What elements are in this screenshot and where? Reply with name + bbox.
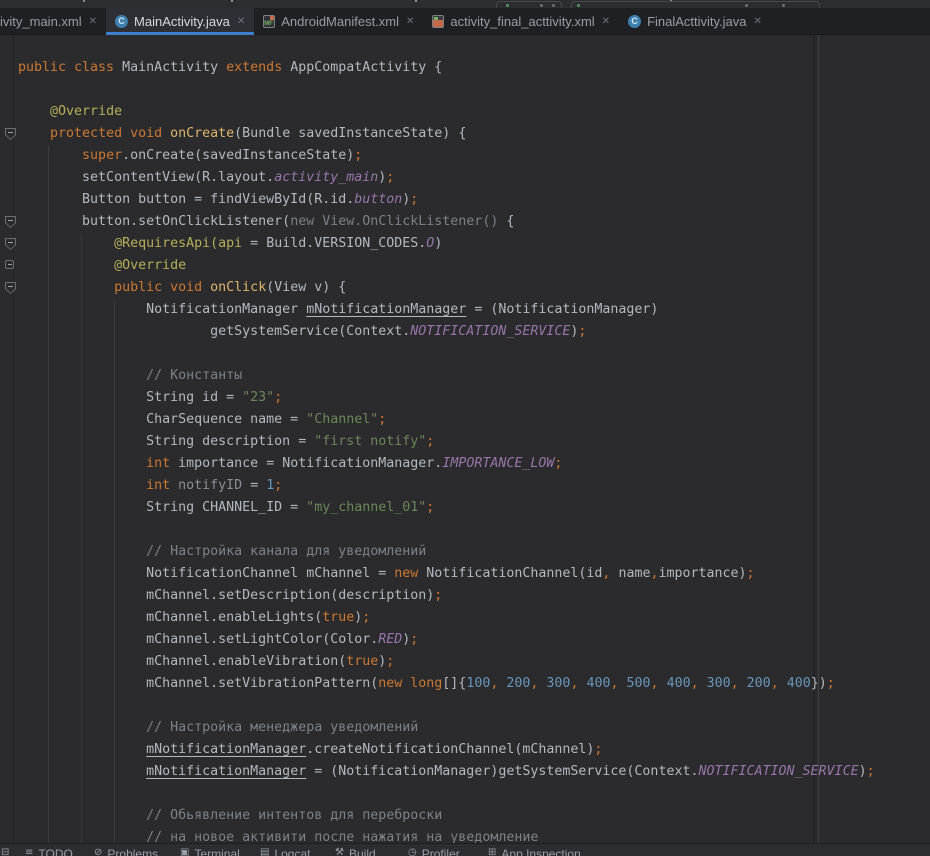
code-line[interactable]: setContentView(R.layout.activity_main); xyxy=(18,167,875,189)
code-line[interactable]: int notifyID = 1; xyxy=(18,475,875,497)
java-class-icon: C xyxy=(115,15,128,28)
gutter-fold-line xyxy=(13,35,14,843)
code-line[interactable]: mChannel.setDescription(description); xyxy=(18,585,875,607)
code-line[interactable]: String CHANNEL_ID = "my_channel_01"; xyxy=(18,497,875,519)
close-icon[interactable]: ✕ xyxy=(754,16,762,27)
tab-bar: ivity_main.xml ✕ C MainActivity.java ✕ MF Andr… xyxy=(0,8,930,35)
android-manifest-icon: MF xyxy=(263,15,275,28)
code-line[interactable]: button.setOnClickListener(new View.OnCli… xyxy=(18,211,875,233)
fold-dash xyxy=(8,286,13,287)
fold-dash xyxy=(8,264,12,265)
code-line[interactable]: public void onClick(View v) { xyxy=(18,277,875,299)
code-line[interactable]: mChannel.enableVibration(true); xyxy=(18,651,875,673)
fold-dash xyxy=(8,220,13,221)
toolbar-dot-icon xyxy=(745,4,748,7)
toolbar-icon-fragment xyxy=(231,0,233,2)
code-line[interactable]: String description = "first notify"; xyxy=(18,431,875,453)
code-line[interactable]: // на новое активити после нажатия на ув… xyxy=(18,827,875,843)
tab-ivity_main.xml[interactable]: ivity_main.xml ✕ xyxy=(0,8,106,34)
tab-label: ivity_main.xml xyxy=(0,14,82,29)
tab-MainActivity.java[interactable]: C MainActivity.java ✕ xyxy=(106,8,254,34)
toolbar-dot-icon xyxy=(782,4,785,7)
fold-dash xyxy=(8,242,13,243)
close-icon[interactable]: ✕ xyxy=(89,16,97,27)
code-line[interactable]: // Настройка канала для уведомлений xyxy=(18,541,875,563)
editor-pane[interactable]: public class MainActivity extends AppCom… xyxy=(0,35,930,843)
manifest-badge: MF xyxy=(264,21,273,28)
code-line[interactable] xyxy=(18,695,875,717)
code-line[interactable]: CharSequence name = "Channel"; xyxy=(18,409,875,431)
file-fill xyxy=(433,20,443,27)
file-leaf xyxy=(434,17,438,20)
code-line[interactable]: // Константы xyxy=(18,365,875,387)
run-icon xyxy=(506,4,509,7)
fold-marker-icon[interactable] xyxy=(5,260,14,269)
code-line[interactable] xyxy=(18,783,875,805)
tool-window-bar: ⊟ ≡TODO⊘Problems▣Terminal▤Logcat⚒Build◷P… xyxy=(0,843,930,856)
code-area[interactable]: public class MainActivity extends AppCom… xyxy=(18,57,875,843)
code-line[interactable]: mNotificationManager.createNotificationC… xyxy=(18,739,875,761)
close-icon[interactable]: ✕ xyxy=(237,16,245,27)
fold-marker-icon[interactable] xyxy=(5,128,16,140)
code-line[interactable]: @Override xyxy=(18,101,875,123)
close-icon[interactable]: ✕ xyxy=(602,16,610,27)
tab-activity_final_acttivity.xml[interactable]: activity_final_acttivity.xml ✕ xyxy=(423,8,619,34)
code-line[interactable]: NotificationManager mNotificationManager… xyxy=(18,299,875,321)
fold-marker-icon[interactable] xyxy=(5,238,16,250)
code-line[interactable]: mNotificationManager = (NotificationMana… xyxy=(18,761,875,783)
tab-AndroidManifest.xml[interactable]: MF AndroidManifest.xml ✕ xyxy=(254,8,423,34)
tab-FinalActtivity.java[interactable]: C FinalActtivity.java ✕ xyxy=(619,8,771,34)
tab-label: activity_final_acttivity.xml xyxy=(450,14,594,29)
code-line[interactable]: String id = "23"; xyxy=(18,387,875,409)
code-line[interactable] xyxy=(18,343,875,365)
code-line[interactable]: mChannel.setVibrationPattern(new long[]{… xyxy=(18,673,875,695)
code-line[interactable]: getSystemService(Context.NOTIFICATION_SE… xyxy=(18,321,875,343)
code-line[interactable]: Button button = findViewById(R.id.button… xyxy=(18,189,875,211)
code-line[interactable]: @RequiresApi(api = Build.VERSION_CODES.O… xyxy=(18,233,875,255)
code-line[interactable]: // Настройка менеджера уведомлений xyxy=(18,717,875,739)
code-line[interactable]: public class MainActivity extends AppCom… xyxy=(18,57,875,79)
code-line[interactable]: @Override xyxy=(18,255,875,277)
device-icon xyxy=(577,4,580,7)
tab-label: AndroidManifest.xml xyxy=(281,14,399,29)
fold-marker-icon[interactable] xyxy=(5,216,16,228)
java-class-icon: C xyxy=(628,15,641,28)
code-line[interactable]: mChannel.setLightColor(Color.RED); xyxy=(18,629,875,651)
code-line[interactable]: NotificationChannel mChannel = new Notif… xyxy=(18,563,875,585)
fold-marker-icon[interactable] xyxy=(5,282,16,294)
toolbar-dot-icon xyxy=(540,4,543,7)
code-line[interactable] xyxy=(18,79,875,101)
code-line[interactable]: mChannel.enableLights(true); xyxy=(18,607,875,629)
main-toolbar-strip xyxy=(0,0,930,8)
toolbar-dot-icon xyxy=(552,4,555,7)
toolbar-icon-fragment xyxy=(83,0,85,2)
code-line[interactable]: // Обьявление интентов для переброски xyxy=(18,805,875,827)
ide-window: { "icons": { "close": "✕", "java_class_l… xyxy=(0,0,930,855)
fold-dash xyxy=(8,132,13,133)
layout-xml-icon xyxy=(432,15,444,28)
tab-label: FinalActtivity.java xyxy=(647,14,746,29)
code-line[interactable]: super.onCreate(savedInstanceState); xyxy=(18,145,875,167)
toolbar-icon-fragment xyxy=(415,0,417,2)
tab-label: MainActivity.java xyxy=(134,14,230,29)
close-icon[interactable]: ✕ xyxy=(406,16,414,27)
code-line[interactable] xyxy=(18,519,875,541)
code-line[interactable]: int importance = NotificationManager.IMP… xyxy=(18,453,875,475)
code-line[interactable]: protected void onCreate(Bundle savedInst… xyxy=(18,123,875,145)
file-corner xyxy=(270,16,274,20)
